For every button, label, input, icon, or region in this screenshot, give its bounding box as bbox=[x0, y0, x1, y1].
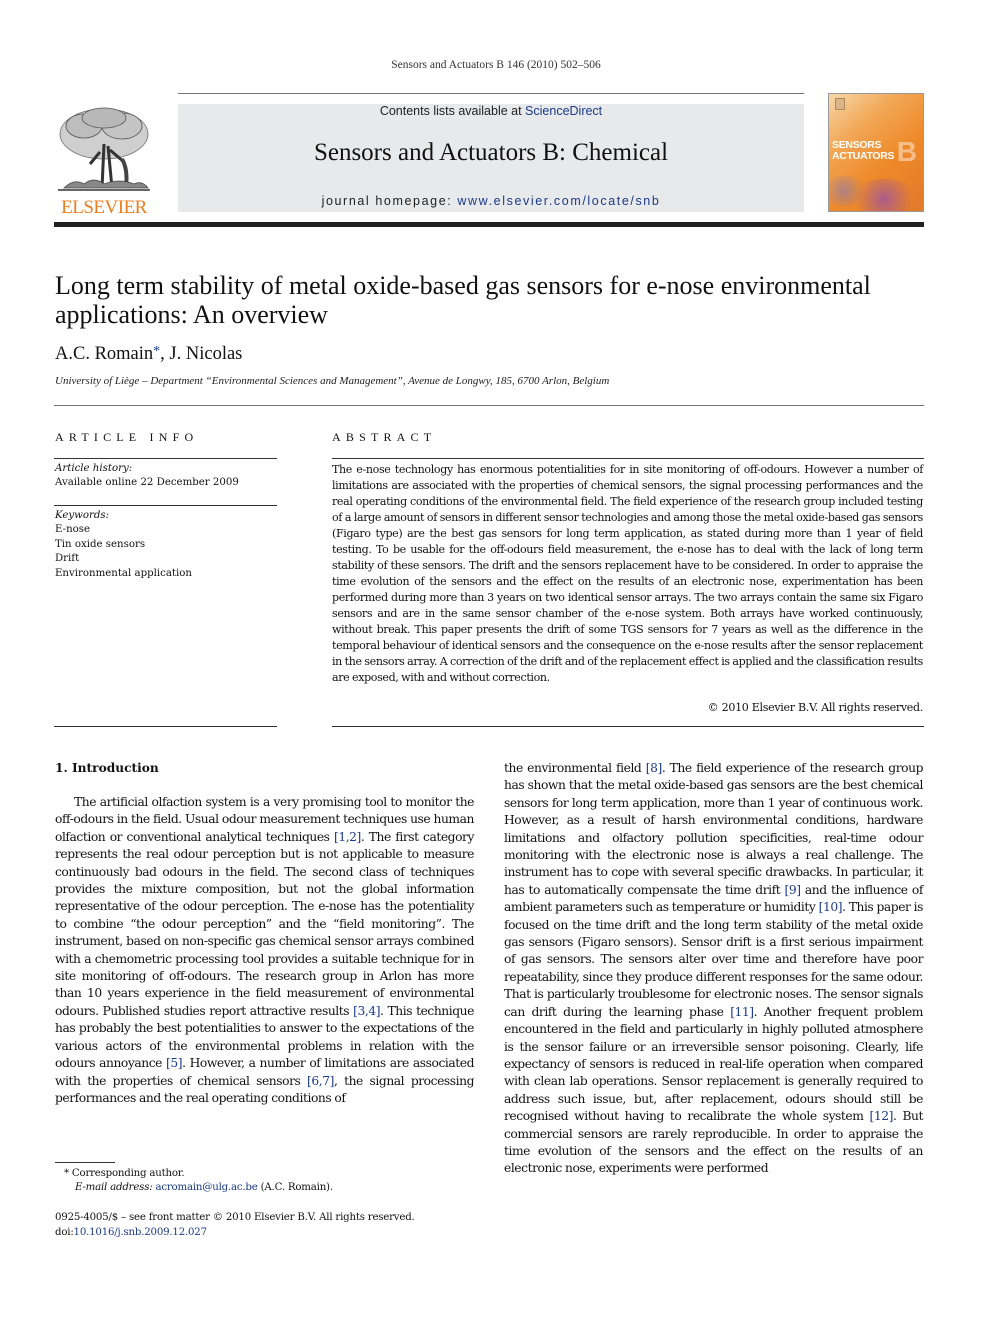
keyword: Environmental application bbox=[55, 567, 192, 579]
abstract-text: The e-nose technology has enormous poten… bbox=[332, 463, 923, 684]
article-title: Long term stability of metal oxide-based… bbox=[55, 271, 871, 329]
body-text: . The first category represents the real… bbox=[55, 829, 474, 1018]
homepage-link[interactable]: www.elsevier.com/locate/snb bbox=[457, 194, 660, 208]
citation-link[interactable]: [9] bbox=[785, 883, 802, 897]
abstract-copyright: © 2010 Elsevier B.V. All rights reserved… bbox=[707, 701, 924, 714]
citation-link[interactable]: [8] bbox=[646, 761, 663, 775]
doi-line: doi:10.1016/j.snb.2009.12.027 bbox=[55, 1226, 207, 1241]
body-text: . The field experience of the research g… bbox=[504, 761, 923, 897]
sciencedirect-link[interactable]: ScienceDirect bbox=[525, 104, 602, 118]
citation-link[interactable]: [10] bbox=[819, 900, 843, 914]
history-label: Article history: bbox=[55, 463, 133, 474]
doi-link[interactable]: 10.1016/j.snb.2009.12.027 bbox=[74, 1227, 208, 1238]
affiliation: University of Liège – Department “Enviro… bbox=[55, 375, 610, 387]
doi-prefix: doi: bbox=[55, 1227, 74, 1238]
body-column-right: the environmental field [8]. The field e… bbox=[504, 760, 923, 1178]
journal-homepage: journal homepage: www.elsevier.com/locat… bbox=[178, 194, 804, 208]
body-text: . This paper is focused on the time drif… bbox=[504, 900, 923, 1019]
header-rule bbox=[178, 93, 804, 94]
keyword: Drift bbox=[55, 553, 80, 565]
running-head: Sensors and Actuators B 146 (2010) 502–5… bbox=[391, 59, 601, 71]
corresponding-author-note: * Corresponding author. bbox=[64, 1168, 185, 1179]
divider bbox=[332, 458, 924, 459]
abstract-heading: ABSTRACT bbox=[332, 430, 437, 444]
divider bbox=[54, 458, 277, 459]
citation-link[interactable]: [3,4] bbox=[353, 1004, 380, 1018]
citation-link[interactable]: [1,2] bbox=[334, 830, 361, 844]
front-matter-note: 0925-4005/$ – see front matter © 2010 El… bbox=[55, 1212, 415, 1223]
elsevier-badge-icon bbox=[835, 98, 845, 110]
author-name[interactable]: J. Nicolas bbox=[169, 344, 242, 364]
cover-title: SENSORS ACTUATORS bbox=[832, 140, 895, 162]
body-text: . Another frequent prob­lem encountered … bbox=[504, 1004, 924, 1124]
footnote-rule bbox=[55, 1162, 115, 1163]
elsevier-wordmark: ELSEVIER bbox=[61, 197, 147, 218]
author-list: A.C. Romain*, J. Nicolas bbox=[55, 344, 242, 365]
history-value: Available online 22 December 2009 bbox=[55, 477, 239, 489]
author-name[interactable]: A.C. Romain bbox=[55, 344, 153, 364]
section-heading: 1. Introduction bbox=[55, 761, 159, 775]
journal-cover[interactable]: SENSORS ACTUATORS B bbox=[828, 93, 924, 212]
homepage-prefix: journal homepage: bbox=[321, 194, 458, 208]
keyword: Tin oxide sensors bbox=[55, 538, 146, 550]
citation-link[interactable]: [11] bbox=[730, 1005, 754, 1019]
body-column-left: The artificial olfaction system is a ver… bbox=[55, 794, 474, 1107]
keywords-label: Keywords: bbox=[55, 510, 110, 521]
contents-line: Contents lists available at ScienceDirec… bbox=[178, 104, 804, 118]
keywords: Keywords: E-nose Tin oxide sensors Drift… bbox=[55, 509, 192, 581]
elsevier-logo[interactable]: ELSEVIER bbox=[54, 104, 154, 218]
article-history: Article history: Available online 22 Dec… bbox=[55, 462, 239, 491]
contents-prefix: Contents lists available at bbox=[379, 104, 526, 118]
divider bbox=[54, 505, 277, 506]
cover-title-line2: ACTUATORS bbox=[832, 150, 895, 162]
tree-icon bbox=[58, 107, 150, 191]
email-label: E-mail address: bbox=[75, 1182, 156, 1193]
journal-masthead: Contents lists available at ScienceDirec… bbox=[178, 104, 804, 212]
divider bbox=[54, 726, 277, 727]
email-note: E-mail address: acromain@ulg.ac.be (A.C.… bbox=[75, 1181, 333, 1196]
email-link[interactable]: acromain@ulg.ac.be bbox=[156, 1182, 258, 1193]
affiliation-rule bbox=[54, 405, 924, 406]
article-info-heading: ARTICLE INFO bbox=[55, 430, 199, 444]
journal-title: Sensors and Actuators B: Chemical bbox=[313, 139, 669, 166]
cover-letter: B bbox=[896, 136, 917, 167]
citation-link[interactable]: [6,7] bbox=[307, 1074, 334, 1088]
body-text: the environmental field bbox=[504, 761, 646, 775]
citation-link[interactable]: [12] bbox=[870, 1109, 894, 1123]
email-suffix: (A.C. Romain). bbox=[257, 1182, 333, 1193]
citation-link[interactable]: [5] bbox=[166, 1056, 183, 1070]
masthead-divider bbox=[54, 222, 924, 227]
divider bbox=[332, 726, 924, 727]
keyword: E-nose bbox=[55, 524, 91, 536]
